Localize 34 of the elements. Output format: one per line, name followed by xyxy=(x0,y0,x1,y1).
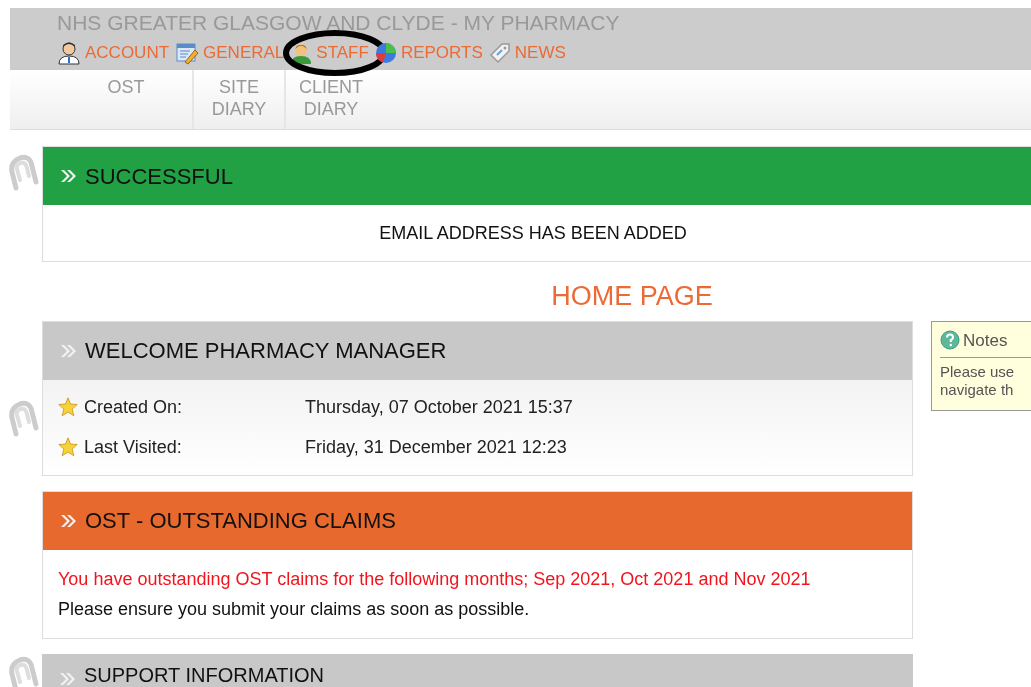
notes-text: Please use xyxy=(940,363,1016,381)
panel-title: OST - OUTSTANDING CLAIMS xyxy=(85,507,396,535)
help-icon xyxy=(940,330,960,351)
tag-icon xyxy=(488,41,511,64)
chart-icon xyxy=(374,41,397,64)
nav-link[interactable]: GENERAL xyxy=(175,40,285,66)
info-label: Last Visited: xyxy=(84,435,183,459)
double-chevron-icon xyxy=(59,169,77,183)
panel-title: SUCCESSFUL xyxy=(85,162,233,191)
form-edit-icon xyxy=(175,40,200,65)
double-chevron-icon xyxy=(58,671,76,686)
page-title: HOME PAGE xyxy=(551,280,713,313)
star-icon xyxy=(58,397,78,417)
info-value: Thursday, 07 October 2021 15:37 xyxy=(305,395,573,419)
subnav-tab[interactable]: SITE DIARY xyxy=(192,70,284,129)
info-label: Created On: xyxy=(84,395,184,419)
nav-link[interactable]: REPORTS xyxy=(374,40,483,66)
user-icon xyxy=(57,40,81,65)
success-message: EMAIL ADDRESS HAS BEEN ADDED xyxy=(379,221,687,245)
claims-alert-text: You have outstanding OST claims for the following months; Sep 2021, Oct 2021 and Nov 2021 xyxy=(58,567,812,591)
panel-title: SUPPORT INFORMATION xyxy=(84,663,325,686)
notes-text: navigate th xyxy=(940,381,1015,399)
claims-note: Please ensure you submit your claims as soon as possible. xyxy=(58,597,531,621)
nav-link[interactable]: ACCOUNT xyxy=(57,40,170,66)
double-chevron-icon xyxy=(59,343,77,358)
panel-title: WELCOME PHARMACY MANAGER xyxy=(85,337,447,365)
nav-link[interactable]: NEWS xyxy=(488,40,566,66)
info-value: Friday, 31 December 2021 12:23 xyxy=(305,435,567,459)
star-icon xyxy=(58,437,78,457)
subnav-tab[interactable]: CLIENT DIARY xyxy=(284,70,376,129)
subnav-tab[interactable]: OST xyxy=(80,70,172,129)
notes-title: Notes xyxy=(963,329,1008,352)
person-icon xyxy=(290,41,313,64)
double-chevron-icon xyxy=(59,513,77,528)
